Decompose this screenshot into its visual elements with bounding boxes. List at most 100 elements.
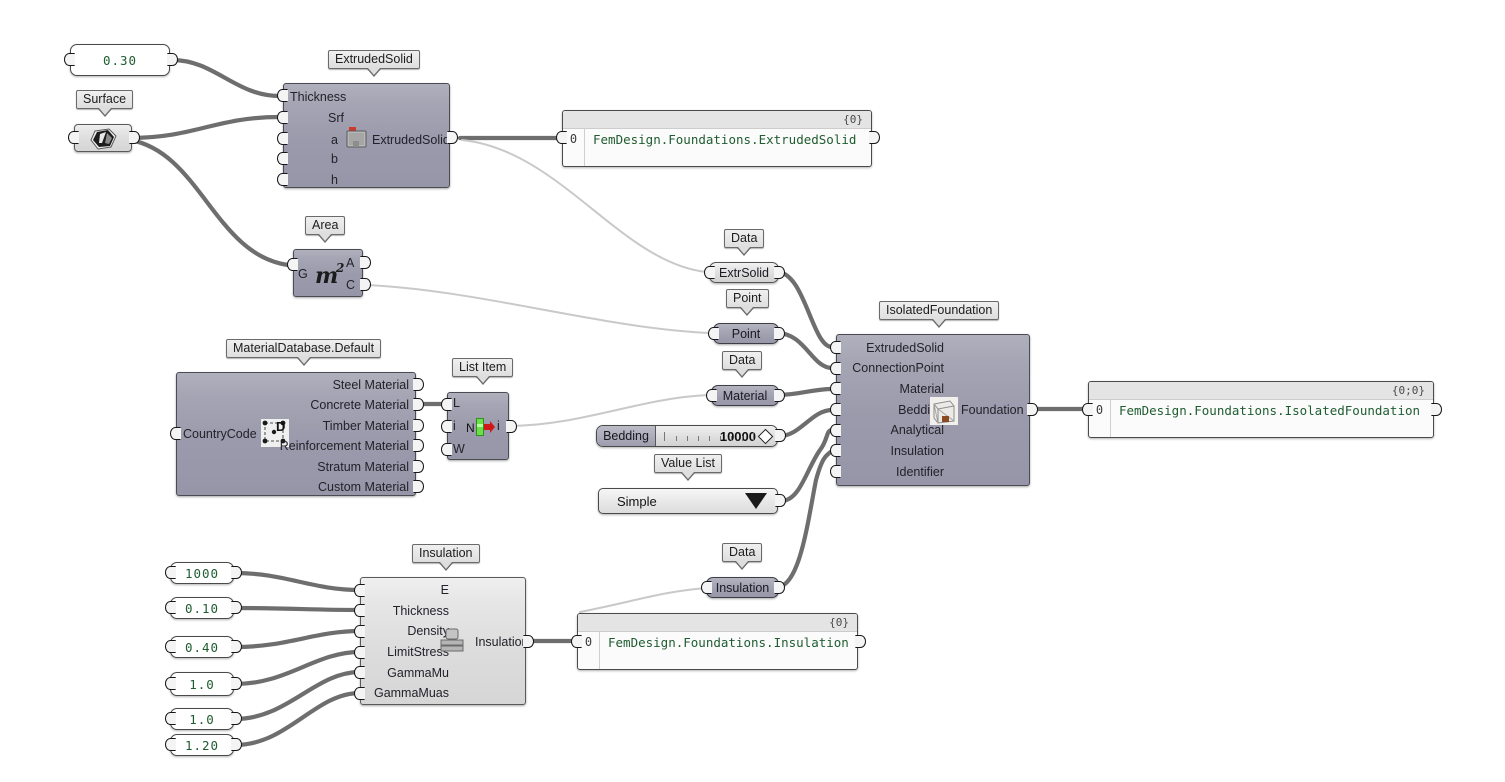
port-out-surface[interactable] bbox=[129, 131, 140, 144]
chevron-down-icon[interactable] bbox=[745, 493, 767, 509]
bedding-slider-name[interactable]: Bedding bbox=[597, 426, 656, 446]
port-in-list-w[interactable] bbox=[441, 443, 452, 456]
port-in-insulation-slider-limitstress[interactable] bbox=[165, 677, 176, 690]
port-in-ins-e[interactable] bbox=[354, 584, 365, 597]
port-in-capsule-material[interactable] bbox=[706, 389, 717, 402]
port-in-ins-limitstress[interactable] bbox=[354, 646, 365, 659]
area-component[interactable]: G m 2 A C bbox=[293, 249, 363, 297]
port-in-if-extrudedsolid[interactable] bbox=[830, 341, 841, 354]
port-out-stratum-material[interactable] bbox=[413, 460, 424, 473]
port-in-if-insulation[interactable] bbox=[830, 444, 841, 457]
port-out-capsule-extrsolid[interactable] bbox=[774, 266, 785, 279]
port-out-insulation-slider-density[interactable] bbox=[231, 640, 242, 653]
port-in-if-connectionpoint[interactable] bbox=[830, 362, 841, 375]
surface-param[interactable] bbox=[74, 124, 132, 152]
port-out-timber-material[interactable] bbox=[413, 419, 424, 432]
port-in-b[interactable] bbox=[277, 152, 288, 165]
port-in-countrycode[interactable] bbox=[170, 427, 181, 440]
insulation-slider-limitstress[interactable]: 1.0 bbox=[170, 672, 234, 696]
port-out-insulation-slider-gammamu[interactable] bbox=[231, 712, 242, 725]
port-in-insulation-slider-density[interactable] bbox=[165, 640, 176, 653]
port-out-insulation-slider-gammamuas[interactable] bbox=[231, 738, 242, 751]
port-in-thickness-slider[interactable] bbox=[64, 53, 75, 66]
port-in-capsule-point[interactable] bbox=[708, 327, 719, 340]
port-out-reinforcement-material[interactable] bbox=[413, 439, 424, 452]
insulation-slider-gammamuas[interactable]: 1.20 bbox=[170, 734, 234, 756]
port-in-panel-isolated-foundation[interactable] bbox=[1082, 403, 1093, 416]
value-list[interactable]: Simple bbox=[598, 488, 778, 514]
port-out-capsule-insulation[interactable] bbox=[774, 581, 785, 594]
port-in-list-l[interactable] bbox=[441, 398, 452, 411]
port-in-capsule-extrsolid[interactable] bbox=[704, 266, 715, 279]
port-in-area-g[interactable] bbox=[287, 258, 298, 271]
list-item-component[interactable]: L i W N i bbox=[447, 392, 509, 460]
insulation-slider-thickness[interactable]: 0.10 bbox=[170, 597, 234, 619]
port-out-foundation[interactable] bbox=[1027, 403, 1038, 416]
port-in-if-analytical[interactable] bbox=[830, 424, 841, 437]
capsule-extrsolid[interactable]: ExtrSolid bbox=[709, 262, 779, 283]
capsule-point[interactable]: Point bbox=[713, 323, 779, 344]
insulation-component[interactable]: E Thickness Density LimitStress GammaMu … bbox=[360, 577, 529, 705]
port-out-value-list[interactable] bbox=[775, 494, 786, 507]
port-out-panel-insulation[interactable] bbox=[855, 635, 866, 648]
port-in-h[interactable] bbox=[277, 173, 288, 186]
panel-insulation[interactable]: {0} 0 FemDesign.Foundations.Insulation bbox=[577, 613, 858, 670]
port-in-capsule-insulation[interactable] bbox=[701, 581, 712, 594]
port-out-insulation-slider-e[interactable] bbox=[231, 566, 242, 579]
insulation-slider-limitstress-value: 1.0 bbox=[189, 676, 215, 692]
thickness-number-slider[interactable]: 0.30 bbox=[70, 44, 170, 76]
port-out-thickness-slider[interactable] bbox=[167, 53, 178, 66]
capsule-insulation[interactable]: Insulation bbox=[706, 577, 779, 598]
port-in-panel-extruded-solid[interactable] bbox=[556, 131, 567, 144]
port-out-concrete-material[interactable] bbox=[413, 398, 424, 411]
port-out-area-c[interactable] bbox=[360, 278, 371, 291]
port-in-insulation-slider-gammamuas[interactable] bbox=[165, 738, 176, 751]
port-in-insulation-slider-e[interactable] bbox=[165, 566, 176, 579]
isolated-foundation-component[interactable]: ExtrudedSolid ConnectionPoint Material B… bbox=[836, 334, 1030, 486]
port-in-insulation-slider-gammamu[interactable] bbox=[165, 712, 176, 725]
port-in-if-bedding[interactable] bbox=[830, 403, 841, 416]
port-in-if-material[interactable] bbox=[830, 382, 841, 395]
insulation-slider-density[interactable]: 0.40 bbox=[170, 636, 234, 658]
bedding-slider-grip[interactable] bbox=[757, 428, 774, 444]
grasshopper-canvas[interactable]: 0.30 Surface ExtrudedSolid Thickness Srf… bbox=[0, 0, 1505, 782]
insulation-slider-gammamu[interactable]: 1.0 bbox=[170, 708, 234, 730]
output-label-c: C bbox=[346, 278, 356, 292]
svg-text:2: 2 bbox=[335, 261, 344, 275]
bedding-slider-track[interactable]: 10000 bbox=[656, 426, 777, 446]
port-in-insulation-slider-thickness[interactable] bbox=[165, 601, 176, 614]
port-in-panel-insulation[interactable] bbox=[571, 635, 582, 648]
port-out-bedding-slider[interactable] bbox=[775, 429, 786, 442]
port-in-srf[interactable] bbox=[277, 111, 288, 124]
port-out-list-i[interactable] bbox=[506, 420, 517, 433]
input-label-limitstress: LimitStress bbox=[387, 645, 449, 659]
bedding-slider[interactable]: Bedding 10000 bbox=[596, 425, 778, 447]
port-in-ins-thickness[interactable] bbox=[354, 604, 365, 617]
port-out-panel-extruded-solid[interactable] bbox=[869, 131, 880, 144]
insulation-slider-e[interactable]: 1000 bbox=[170, 562, 234, 584]
material-database-component[interactable]: CountryCode D Steel Material Concrete Ma… bbox=[176, 372, 416, 496]
panel-isolated-foundation[interactable]: {0;0} 0 FemDesign.Foundations.IsolatedFo… bbox=[1088, 381, 1434, 438]
port-out-capsule-point[interactable] bbox=[774, 327, 785, 340]
panel-extruded-solid[interactable]: {0} 0 FemDesign.Foundations.ExtrudedSoli… bbox=[562, 110, 872, 167]
extruded-solid-component[interactable]: Thickness Srf a b h ExtrudedSolid bbox=[283, 83, 450, 188]
capsule-material[interactable]: Material bbox=[711, 385, 779, 406]
port-in-if-identifier[interactable] bbox=[830, 465, 841, 478]
port-out-extrudedsolid[interactable] bbox=[447, 131, 458, 144]
port-out-insulation-slider-thickness[interactable] bbox=[231, 601, 242, 614]
port-in-list-i[interactable] bbox=[441, 420, 452, 433]
port-out-steel-material[interactable] bbox=[413, 378, 424, 391]
panel-extruded-solid-text: FemDesign.Foundations.ExtrudedSolid bbox=[593, 132, 857, 147]
port-out-panel-isolated-foundation[interactable] bbox=[1431, 403, 1442, 416]
port-in-ins-gammamuas[interactable] bbox=[354, 687, 365, 700]
port-out-insulation[interactable] bbox=[523, 635, 534, 648]
port-out-custom-material[interactable] bbox=[413, 480, 424, 493]
port-out-area-a[interactable] bbox=[360, 256, 371, 269]
port-in-ins-gammamu[interactable] bbox=[354, 666, 365, 679]
port-out-capsule-material[interactable] bbox=[774, 389, 785, 402]
port-in-a[interactable] bbox=[277, 132, 288, 145]
port-out-insulation-slider-limitstress[interactable] bbox=[231, 677, 242, 690]
port-in-surface[interactable] bbox=[68, 131, 79, 144]
port-in-thickness[interactable] bbox=[277, 89, 288, 102]
port-in-ins-density[interactable] bbox=[354, 625, 365, 638]
